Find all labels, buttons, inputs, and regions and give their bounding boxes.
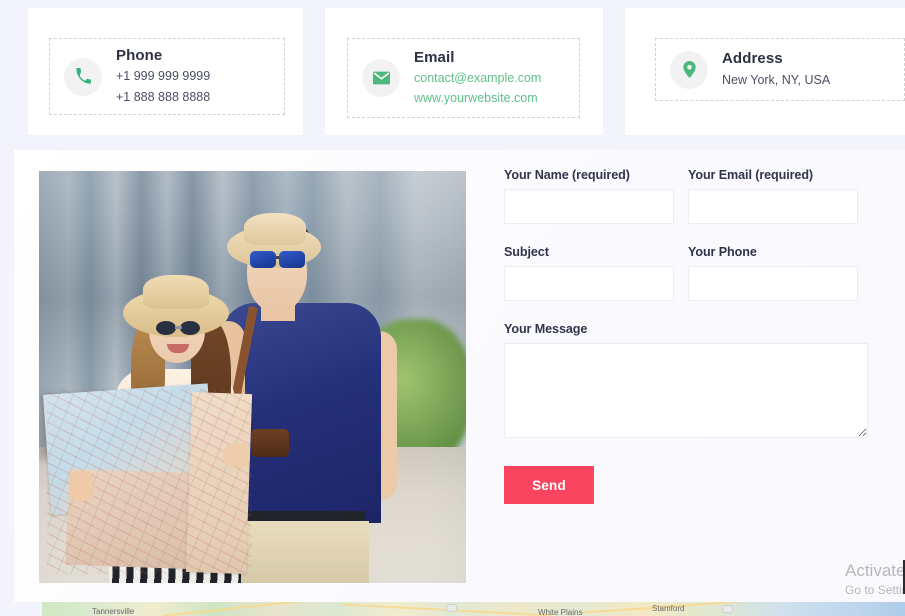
map-road [162,602,332,616]
info-card-email-inner: Email contact@example.com www.yourwebsit… [347,38,580,118]
info-card-phone: Phone +1 999 999 9999 +1 888 888 8888 [28,8,303,135]
label-your-phone: Your Phone [688,245,757,259]
field-your-message: Your Message [504,322,868,438]
info-card-address-line-1: New York, NY, USA [722,72,831,87]
info-card-address-text: Address New York, NY, USA [722,49,830,90]
label-your-name: Your Name (required) [504,168,630,182]
info-card-email-website[interactable]: www.yourwebsite.com [414,88,541,108]
contact-info-row: Phone +1 999 999 9999 +1 888 888 8888 Em… [0,0,905,150]
info-card-email-title: Email [414,48,455,66]
input-subject[interactable] [504,266,674,301]
info-card-phone-line-2: +1 888 888 8888 [116,89,211,104]
input-your-phone[interactable] [688,266,858,301]
map-label-stamford: Stamford [652,604,685,613]
send-button[interactable]: Send [504,466,594,504]
map-poi-marker[interactable] [722,605,733,613]
map-pin-icon [670,50,708,89]
info-card-address-inner: Address New York, NY, USA [655,38,905,101]
info-card-address: Address New York, NY, USA [625,8,905,135]
phone-icon [64,57,102,96]
field-your-phone: Your Phone [688,245,858,301]
label-your-message: Your Message [504,322,588,336]
contact-section: Your Name (required) Your Email (require… [14,150,905,602]
envelope-icon [362,59,400,97]
info-card-email-text: Email contact@example.com www.yourwebsit… [414,48,541,109]
input-your-email[interactable] [688,189,858,224]
info-card-address-title: Address [722,50,783,68]
input-your-message[interactable] [504,343,868,438]
info-card-phone-inner: Phone +1 999 999 9999 +1 888 888 8888 [49,38,285,115]
field-your-email: Your Email (required) [688,168,858,224]
info-card-phone-title: Phone [116,47,163,65]
label-subject: Subject [504,245,549,259]
map-strip[interactable]: Tannersville White Plains Stamford [42,602,905,616]
map-poi-marker[interactable] [446,604,457,612]
contact-form: Your Name (required) Your Email (require… [504,168,884,504]
field-your-name: Your Name (required) [504,168,674,224]
info-card-phone-text: Phone +1 999 999 9999 +1 888 888 8888 [116,46,210,107]
map-label-white-plains: White Plains [538,608,583,616]
form-row-1: Your Name (required) Your Email (require… [504,168,884,234]
label-your-email: Your Email (required) [688,168,814,182]
tourists-photo [39,171,466,583]
info-card-email: Email contact@example.com www.yourwebsit… [325,8,603,135]
map-label-tannersville: Tannersville [92,607,135,616]
info-card-phone-line-1: +1 999 999 9999 [116,69,211,84]
input-your-name[interactable] [504,189,674,224]
contact-page: Phone +1 999 999 9999 +1 888 888 8888 Em… [0,0,905,616]
form-row-2: Subject Your Phone [504,245,884,311]
field-subject: Subject [504,245,674,301]
info-card-email-address[interactable]: contact@example.com [414,68,541,88]
